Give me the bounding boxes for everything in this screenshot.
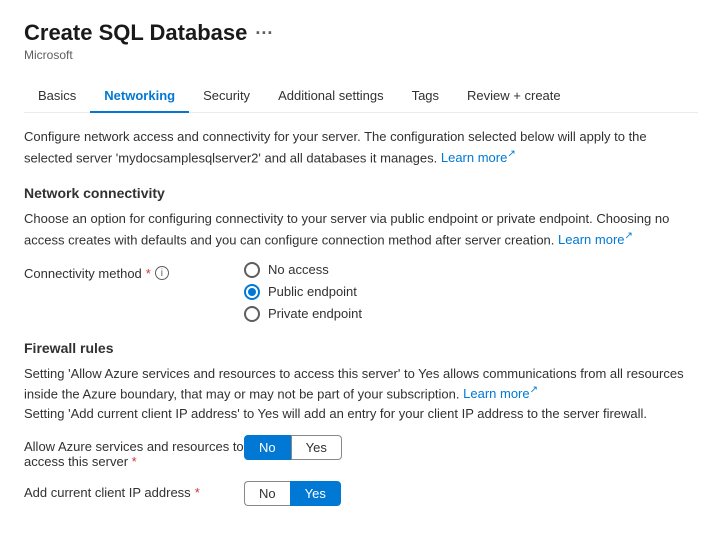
allow-azure-yes-button[interactable]: Yes — [291, 435, 342, 460]
network-connectivity-heading: Network connectivity — [24, 185, 698, 201]
connectivity-learn-more-link[interactable]: Learn more↗ — [558, 232, 633, 247]
add-ip-yes-button[interactable]: Yes — [290, 481, 341, 506]
add-ip-row: Add current client IP address * No Yes — [24, 481, 698, 506]
firewall-rules-heading: Firewall rules — [24, 340, 698, 356]
tab-security[interactable]: Security — [189, 80, 264, 113]
tab-additional-settings[interactable]: Additional settings — [264, 80, 398, 113]
external-link-icon: ↗ — [507, 149, 515, 160]
connectivity-method-label: Connectivity method * i — [24, 262, 244, 281]
radio-circle-private — [244, 306, 260, 322]
radio-no-access[interactable]: No access — [244, 262, 362, 278]
allow-azure-required: * — [132, 454, 137, 469]
add-ip-no-button[interactable]: No — [244, 481, 290, 506]
firewall-learn-more-link[interactable]: Learn more↗ — [463, 386, 538, 401]
radio-private-endpoint[interactable]: Private endpoint — [244, 306, 362, 322]
required-indicator: * — [146, 266, 151, 281]
more-options-icon[interactable]: ··· — [255, 23, 273, 44]
connectivity-radio-group: No access Public endpoint Private endpoi… — [244, 262, 362, 322]
page-header: Create SQL Database ··· Microsoft — [24, 20, 698, 62]
intro-learn-more-link[interactable]: Learn more↗ — [441, 150, 516, 165]
radio-dot-public — [248, 288, 256, 296]
connectivity-method-row: Connectivity method * i No access Public… — [24, 262, 698, 322]
external-link-icon2: ↗ — [625, 231, 633, 242]
intro-description: Configure network access and connectivit… — [24, 127, 698, 167]
tab-tags[interactable]: Tags — [398, 80, 453, 113]
allow-azure-row: Allow Azure services and resources to ac… — [24, 435, 698, 469]
radio-circle-no-access — [244, 262, 260, 278]
tab-networking[interactable]: Networking — [90, 80, 189, 113]
add-ip-required: * — [195, 485, 200, 500]
firewall-description: Setting 'Allow Azure services and resour… — [24, 364, 698, 424]
add-ip-toggle: No Yes — [244, 481, 341, 506]
allow-azure-no-button[interactable]: No — [244, 435, 291, 460]
radio-circle-public — [244, 284, 260, 300]
connectivity-description: Choose an option for configuring connect… — [24, 209, 698, 249]
external-link-icon3: ↗ — [530, 385, 538, 396]
radio-public-endpoint[interactable]: Public endpoint — [244, 284, 362, 300]
add-ip-label: Add current client IP address * — [24, 481, 244, 500]
tabs-bar: Basics Networking Security Additional se… — [24, 80, 698, 113]
info-icon[interactable]: i — [155, 266, 169, 280]
page-title: Create SQL Database — [24, 20, 247, 46]
tab-review-create[interactable]: Review + create — [453, 80, 575, 113]
allow-azure-toggle: No Yes — [244, 435, 342, 460]
tab-basics[interactable]: Basics — [24, 80, 90, 113]
allow-azure-label: Allow Azure services and resources to ac… — [24, 435, 244, 469]
page-subtitle: Microsoft — [24, 48, 698, 62]
